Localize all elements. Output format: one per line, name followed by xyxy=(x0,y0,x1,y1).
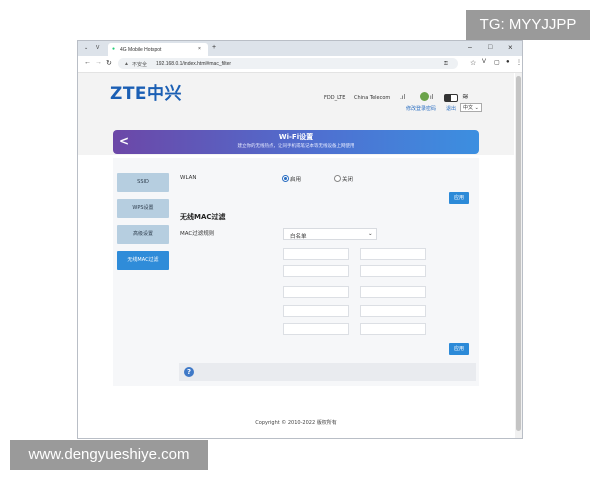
wlan-apply-button[interactable]: 应用 xyxy=(449,192,469,204)
mac-address-input[interactable] xyxy=(360,305,426,317)
scrollbar-thumb[interactable] xyxy=(516,76,521,431)
page-subtitle: 建立你的无线热点，让同手机或笔记本等无线设备上网使用 xyxy=(237,144,355,149)
mac-address-input[interactable] xyxy=(283,305,349,317)
page-banner: < Wi-Fi设置 建立你的无线热点，让同手机或笔记本等无线设备上网使用 xyxy=(113,130,479,154)
mac-address-input[interactable] xyxy=(283,248,349,260)
mac-address-input[interactable] xyxy=(360,265,426,277)
sidebar-item-mac-filter[interactable]: 无线MAC过滤 xyxy=(117,251,169,270)
mac-filter-apply-button[interactable]: 应用 xyxy=(449,343,469,355)
forward-icon[interactable]: → xyxy=(95,59,102,66)
help-bar xyxy=(179,363,476,381)
security-label: 不安全 xyxy=(132,62,148,68)
profile-icon[interactable]: ● xyxy=(506,59,510,65)
wifi-icon: ≋ xyxy=(462,92,469,101)
mac-rule-select[interactable]: 白名单 ⌄ xyxy=(283,228,377,240)
mac-address-input[interactable] xyxy=(360,323,426,335)
mac-filter-section-title: 无线MAC过滤 xyxy=(180,213,226,221)
wlan-label: WLAN xyxy=(180,175,197,181)
mac-address-input[interactable] xyxy=(283,265,349,277)
minimize-button[interactable]: – xyxy=(468,44,472,51)
star-icon[interactable]: ☆ xyxy=(470,59,476,67)
menu-icon[interactable]: ⋮ xyxy=(516,59,522,66)
mac-address-input[interactable] xyxy=(283,323,349,335)
help-icon[interactable]: ? xyxy=(184,367,194,377)
wlan-enable-radio[interactable] xyxy=(282,175,289,182)
tab-favicon-icon: ● xyxy=(112,46,116,52)
address-bar[interactable]: ▲ 不安全 192.168.0.1/index.html#mac_filter … xyxy=(118,58,458,69)
sidebar-item-ssid[interactable]: SSID xyxy=(117,173,169,192)
mac-rule-label: MAC过滤规则 xyxy=(180,231,215,237)
zte-logo: ZTE中兴 xyxy=(110,84,183,104)
mac-address-input[interactable] xyxy=(360,248,426,260)
key-icon[interactable]: ⚿ xyxy=(444,61,448,67)
signal-icon: .ıl xyxy=(400,94,406,101)
extensions-icon[interactable]: ▢ xyxy=(494,59,500,66)
network-type: FDD_LTE xyxy=(324,95,346,101)
new-tab-button[interactable]: + xyxy=(212,44,216,51)
browser-window: ⌄ V ● 4G Mobile Hotspot × + – □ × ← → ↻ … xyxy=(77,40,523,439)
globe-icon xyxy=(420,92,429,101)
chevron-down-icon: ⌄ xyxy=(368,231,373,237)
wlan-enable-label: 启用 xyxy=(290,177,302,183)
warning-icon: ▲ xyxy=(124,61,129,67)
mac-rule-value: 白名单 xyxy=(290,234,307,240)
footer-copyright: Copyright © 2010-2022 版权所有 xyxy=(255,420,337,426)
maximize-button[interactable]: □ xyxy=(488,44,492,51)
back-icon[interactable]: ← xyxy=(84,59,91,66)
tab-title: 4G Mobile Hotspot xyxy=(120,47,162,53)
carrier-name: China Telecom xyxy=(354,95,391,101)
logout-link[interactable]: 退出 xyxy=(446,105,456,112)
wlan-disable-radio[interactable] xyxy=(334,175,341,182)
url-text: 192.168.0.1/index.html#mac_filter xyxy=(156,61,232,67)
battery-icon xyxy=(444,94,458,102)
close-window-button[interactable]: × xyxy=(508,43,513,52)
tab-search-icon[interactable]: ⌄ xyxy=(84,45,88,51)
language-value: 中文 xyxy=(463,105,474,111)
wlan-disable-label: 关闭 xyxy=(342,177,354,183)
language-select[interactable]: 中文 ⌄ xyxy=(460,103,482,112)
change-password-link[interactable]: 修改登录密码 xyxy=(406,105,436,112)
site-watermark: www.dengyueshiye.com xyxy=(10,440,208,470)
browser-tab[interactable]: ● 4G Mobile Hotspot × xyxy=(108,43,208,56)
page-title: Wi-Fi设置 xyxy=(278,133,314,141)
reload-icon[interactable]: ↻ xyxy=(106,59,112,67)
mac-address-input[interactable] xyxy=(283,286,349,298)
sidebar-item-wps[interactable]: WPS设置 xyxy=(117,199,169,218)
vivaldi-icon: V xyxy=(96,45,100,51)
status-signal-icon: ıl xyxy=(430,94,434,101)
mac-address-input[interactable] xyxy=(360,286,426,298)
vivaldi-menu-icon[interactable]: V xyxy=(482,59,486,65)
tg-watermark: TG: MYYJJPP xyxy=(466,10,590,40)
tab-strip: ⌄ V ● 4G Mobile Hotspot × + – □ × xyxy=(78,41,522,56)
tab-close-icon[interactable]: × xyxy=(198,46,201,52)
sidebar-item-advanced[interactable]: 高级设置 xyxy=(117,225,169,244)
